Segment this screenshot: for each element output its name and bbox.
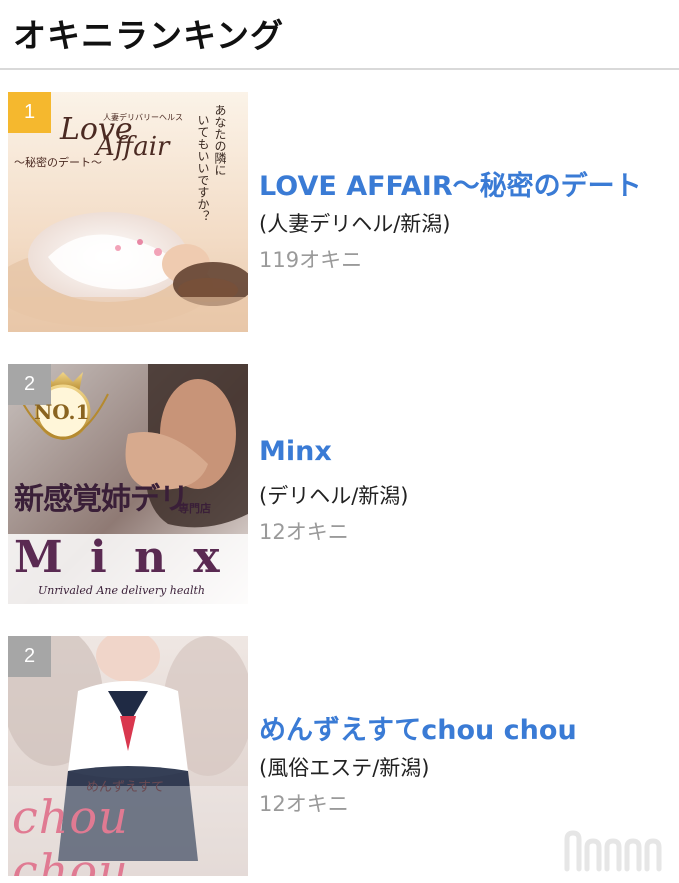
- thumb-sub-text: 専門店: [178, 502, 211, 515]
- rank-badge: 2: [8, 636, 51, 677]
- okini-count: 119オキニ: [259, 248, 363, 272]
- thumb-award-badge: NO.1: [34, 400, 90, 424]
- ranking-item[interactable]: 2 NO.1 新感覚姉デリ 専門店 M i n x Unrivaled Ane …: [0, 364, 679, 604]
- shop-info: Minx (デリヘル/新潟) 12オキニ: [259, 364, 674, 604]
- shop-category: (人妻デリヘル/新潟): [259, 212, 451, 236]
- page-header: オキニランキング: [0, 0, 679, 70]
- okini-count: 12オキニ: [259, 792, 349, 816]
- rank-badge: 1: [8, 92, 51, 133]
- shop-name-link[interactable]: Minx: [259, 436, 332, 467]
- thumb-subtitle: 〜秘密のデート〜: [14, 156, 102, 169]
- shop-category: (風俗エステ/新潟): [259, 756, 430, 780]
- okini-count: 12オキニ: [259, 520, 349, 544]
- shop-thumbnail[interactable]: 2 NO.1 新感覚姉デリ 専門店 M i n x Unrivaled Ane …: [8, 364, 248, 604]
- thumb-vertical-text: あなたの隣に: [213, 104, 227, 176]
- watermark-logo: [561, 829, 671, 877]
- thumb-logo-text: chou chou: [12, 790, 129, 876]
- thumb-vertical-text: いてもいいですか？: [196, 114, 210, 222]
- page-title: オキニランキング: [13, 16, 285, 55]
- thumb-small-text: 人妻デリバリーヘルス: [103, 113, 183, 122]
- shop-thumbnail[interactable]: 2 めんずえすて chou chou: [8, 636, 248, 876]
- thumb-caption: Unrivaled Ane delivery health: [38, 584, 205, 597]
- thumb-tagline: 新感覚姉デリ: [14, 482, 189, 517]
- shop-category: (デリヘル/新潟): [259, 484, 409, 508]
- thumb-logo-text: M i n x: [14, 532, 226, 583]
- shop-info: LOVE AFFAIR〜秘密のデート (人妻デリヘル/新潟) 119オキニ: [259, 92, 674, 332]
- shop-thumbnail[interactable]: 1 Love 人妻デリバリーヘルス Affair 〜秘密のデート〜 あなたの隣に…: [8, 92, 248, 332]
- ranking-item[interactable]: 1 Love 人妻デリバリーヘルス Affair 〜秘密のデート〜 あなたの隣に…: [0, 92, 679, 332]
- shop-name-link[interactable]: LOVE AFFAIR〜秘密のデート: [259, 164, 642, 203]
- thumb-logo-text: Affair: [96, 132, 170, 162]
- rank-badge: 2: [8, 364, 51, 405]
- shop-name-link[interactable]: めんずえすてchou chou: [259, 708, 577, 747]
